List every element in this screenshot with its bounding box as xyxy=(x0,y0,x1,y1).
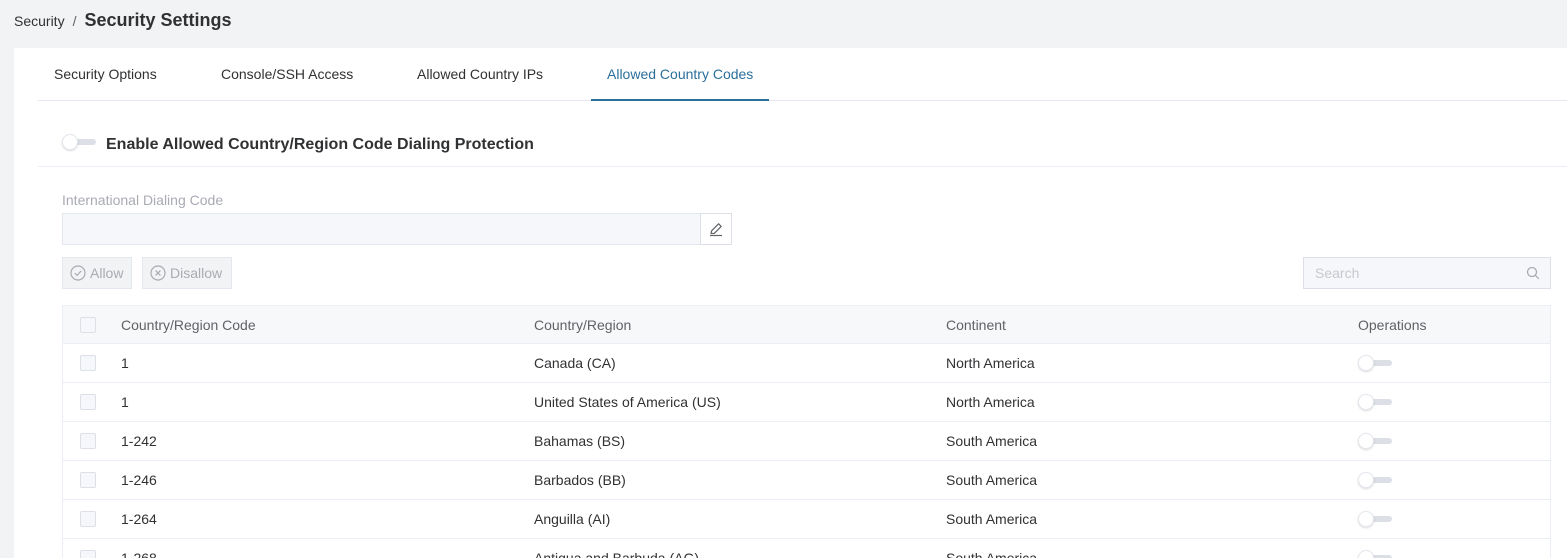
row-country: Canada (CA) xyxy=(534,355,616,371)
row-continent: North America xyxy=(946,355,1035,371)
row-country: Antigua and Barbuda (AG) xyxy=(534,550,699,558)
row-enable-toggle[interactable] xyxy=(1358,550,1394,558)
row-checkbox[interactable] xyxy=(80,394,96,410)
breadcrumb-security-link[interactable]: Security xyxy=(14,13,65,29)
close-circle-icon xyxy=(150,265,166,281)
row-continent: South America xyxy=(946,511,1038,527)
section-divider xyxy=(38,166,1567,167)
column-header-continent: Continent xyxy=(946,317,1006,333)
row-country: Bahamas (BS) xyxy=(534,433,626,449)
dialing-code-label: International Dialing Code xyxy=(62,192,224,208)
row-checkbox[interactable] xyxy=(80,433,96,449)
row-code: 1 xyxy=(121,355,129,371)
edit-pencil-icon xyxy=(710,223,722,237)
table-row: 1 Canada (CA) North America xyxy=(63,344,1550,383)
tab-console-ssh-access[interactable]: Console/SSH Access xyxy=(221,48,353,101)
tab-allowed-country-ips[interactable]: Allowed Country IPs xyxy=(417,48,543,101)
row-continent: North America xyxy=(946,394,1035,410)
row-continent: South America xyxy=(946,433,1038,449)
active-tab-indicator xyxy=(591,99,769,101)
row-code: 1 xyxy=(121,394,129,410)
row-code: 1-242 xyxy=(121,433,157,449)
tab-bar: Security Options Console/SSH Access Allo… xyxy=(38,48,1567,101)
search-box xyxy=(1303,257,1551,289)
table-row: 1-242 Bahamas (BS) South America xyxy=(63,422,1550,461)
disallow-button[interactable]: Disallow xyxy=(142,257,232,289)
select-all-checkbox[interactable] xyxy=(80,317,96,333)
edit-dialing-code-button[interactable] xyxy=(700,213,732,245)
table-row: 1-264 Anguilla (AI) South America xyxy=(63,500,1550,539)
row-enable-toggle[interactable] xyxy=(1358,433,1394,449)
tab-allowed-country-codes[interactable]: Allowed Country Codes xyxy=(607,48,753,101)
table-header-row: Country/Region Code Country/Region Conti… xyxy=(63,306,1550,344)
row-continent: South America xyxy=(946,550,1038,558)
dialing-code-input[interactable] xyxy=(62,213,702,245)
check-circle-icon xyxy=(70,265,86,281)
row-continent: South America xyxy=(946,472,1038,488)
row-checkbox[interactable] xyxy=(80,550,96,558)
column-header-operations: Operations xyxy=(1358,317,1427,333)
tab-security-options[interactable]: Security Options xyxy=(54,48,157,101)
row-country: United States of America (US) xyxy=(534,394,721,410)
row-checkbox[interactable] xyxy=(80,511,96,527)
row-checkbox[interactable] xyxy=(80,472,96,488)
settings-card: Security Options Console/SSH Access Allo… xyxy=(14,48,1567,558)
row-enable-toggle[interactable] xyxy=(1358,394,1394,410)
protection-title: Enable Allowed Country/Region Code Diali… xyxy=(106,136,534,153)
search-input[interactable] xyxy=(1304,258,1514,288)
table-row: 1-246 Barbados (BB) South America xyxy=(63,461,1550,500)
row-country: Anguilla (AI) xyxy=(534,511,611,527)
table-row: 1 United States of America (US) North Am… xyxy=(63,383,1550,422)
row-enable-toggle[interactable] xyxy=(1358,472,1394,488)
allow-button-label: Allow xyxy=(90,265,124,281)
column-header-country: Country/Region xyxy=(534,317,632,333)
column-header-code: Country/Region Code xyxy=(121,317,256,333)
protection-toggle[interactable] xyxy=(62,134,98,150)
row-code: 1-264 xyxy=(121,511,157,527)
search-icon[interactable] xyxy=(1526,266,1540,280)
row-checkbox[interactable] xyxy=(80,355,96,371)
row-enable-toggle[interactable] xyxy=(1358,355,1394,371)
breadcrumb-separator: / xyxy=(72,13,77,29)
country-code-table: Country/Region Code Country/Region Conti… xyxy=(62,305,1551,558)
row-code: 1-268 xyxy=(121,550,157,558)
allow-button[interactable]: Allow xyxy=(62,257,132,289)
table-row: 1-268 Antigua and Barbuda (AG) South Ame… xyxy=(63,539,1550,558)
row-country: Barbados (BB) xyxy=(534,472,626,488)
page-title: Security Settings xyxy=(84,10,232,30)
row-enable-toggle[interactable] xyxy=(1358,511,1394,527)
row-code: 1-246 xyxy=(121,472,157,488)
disallow-button-label: Disallow xyxy=(170,265,223,281)
breadcrumb: Security / Security Settings xyxy=(14,10,232,32)
